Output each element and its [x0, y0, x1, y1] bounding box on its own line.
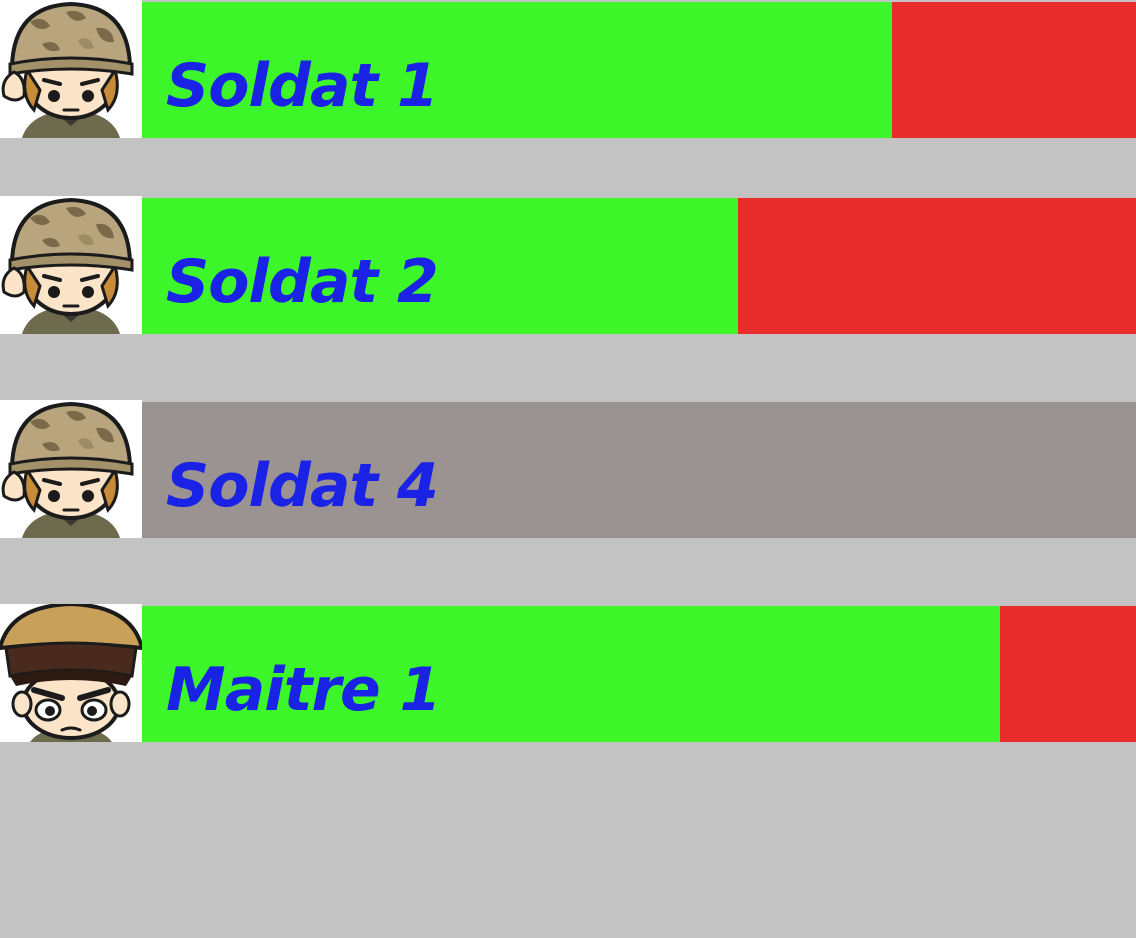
soldier-icon	[0, 196, 142, 334]
unit-row-maitre-1[interactable]: Maitre 1	[0, 604, 1136, 742]
health-bar: Soldat 4	[142, 402, 1136, 538]
unit-row-soldat-4[interactable]: Soldat 4	[0, 400, 1136, 538]
unit-name: Maitre 1	[166, 655, 441, 725]
officer-icon	[0, 604, 142, 742]
unit-name: Soldat 2	[166, 247, 439, 317]
unit-name: Soldat 1	[166, 51, 439, 121]
soldier-icon	[0, 400, 142, 538]
health-bar: Soldat 2	[142, 198, 1136, 334]
health-bar: Soldat 1	[142, 2, 1136, 138]
health-bar: Maitre 1	[142, 606, 1136, 742]
soldier-icon	[0, 0, 142, 138]
unit-name: Soldat 4	[166, 451, 439, 521]
unit-row-soldat-1[interactable]: Soldat 1	[0, 0, 1136, 138]
unit-row-soldat-2[interactable]: Soldat 2	[0, 196, 1136, 334]
